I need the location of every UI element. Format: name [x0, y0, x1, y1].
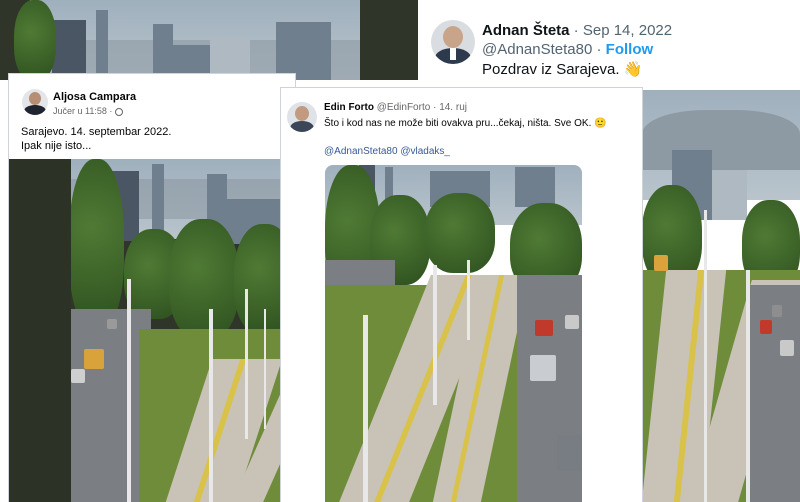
tweet-handle-row: @AdnanSteta80 · Follow	[482, 41, 654, 58]
avatar[interactable]	[431, 20, 475, 64]
post-text: Što i kod nas ne može biti ovakva pru...…	[324, 118, 607, 129]
tweet-header: Adnan Šteta · Sep 14, 2022	[482, 22, 673, 39]
post-text-line-2: Ipak nije isto...	[21, 140, 92, 152]
author-name[interactable]: Adnan Šteta	[482, 22, 570, 39]
tweet-date[interactable]: Sep 14, 2022	[583, 22, 672, 39]
tweet-text: Pozdrav iz Sarajeva. 👋	[482, 61, 643, 78]
globe-icon	[114, 107, 123, 116]
post-text-line-1: Sarajevo. 14. septembar 2022.	[21, 126, 172, 138]
background-photo-right	[642, 90, 800, 502]
post-photo[interactable]	[325, 165, 582, 502]
mentions: @AdnanSteta80 @vladaks_	[324, 146, 450, 157]
post-header: Edin Forto @EdinForto · 14. ruj	[324, 102, 467, 113]
waving-hand-icon: 👋	[623, 61, 643, 78]
post-date[interactable]: 14. ruj	[439, 102, 467, 113]
mention-link[interactable]: @AdnanSteta80	[324, 146, 398, 157]
author-name[interactable]: Aljosa Campara	[53, 91, 136, 103]
facebook-post-middle: Edin Forto @EdinForto · 14. ruj Što i ko…	[281, 88, 642, 502]
post-photo[interactable]	[9, 159, 295, 502]
author-name[interactable]: Edin Forto	[324, 102, 374, 113]
facebook-post-left: Aljosa Campara Jučer u 11:58 · Sarajevo.…	[9, 74, 295, 502]
avatar[interactable]	[22, 89, 48, 115]
smiley-icon: 🙂	[594, 118, 607, 129]
post-time: Jučer u 11:58 ·	[53, 106, 123, 116]
author-handle[interactable]: @AdnanSteta80	[482, 41, 592, 58]
follow-button[interactable]: Follow	[606, 41, 654, 58]
mention-link[interactable]: @vladaks_	[400, 146, 450, 157]
avatar[interactable]	[287, 102, 317, 132]
twitter-post: Adnan Šteta · Sep 14, 2022 @AdnanSteta80…	[418, 0, 800, 90]
background-photo-top	[0, 0, 418, 80]
author-handle[interactable]: @EdinForto	[377, 102, 431, 113]
